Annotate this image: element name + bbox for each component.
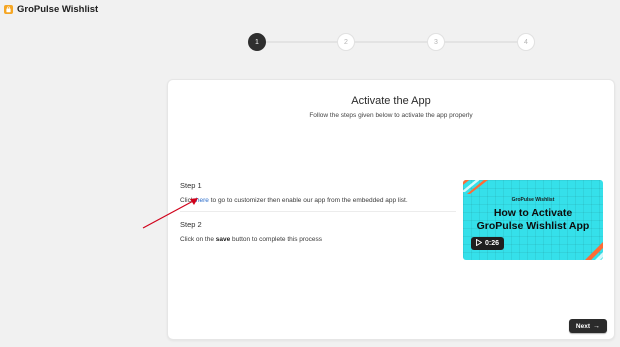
video-duration: 0:26 <box>485 240 500 247</box>
decorative-stripes-top <box>463 180 488 194</box>
step-indicator-1[interactable]: 1 <box>248 33 266 51</box>
app-title: GroPulse Wishlist <box>17 3 99 15</box>
step-2-text-after: button to complete this process <box>230 236 323 243</box>
step-1-text-after: to go to customizer then enable our app … <box>208 197 408 204</box>
decorative-stripes-bottom <box>585 242 603 260</box>
video-headline-line-2: GroPulse Wishlist App <box>476 220 590 232</box>
step-2-text-before: Click on the <box>180 236 216 243</box>
step-2-heading: Step 2 <box>180 220 202 229</box>
tutorial-video-thumbnail[interactable]: GroPulse Wishlist How to Activate GroPul… <box>463 180 603 260</box>
step-divider <box>180 211 456 212</box>
card-title: Activate the App <box>351 95 431 107</box>
step-2-text: Click on the save button to complete thi… <box>180 236 456 243</box>
next-button[interactable]: Next → <box>568 319 607 333</box>
annotation-arrow-icon <box>142 198 198 229</box>
card-subtitle: Follow the steps given below to activate… <box>309 112 473 119</box>
step-indicator-3[interactable]: 3 <box>427 33 445 51</box>
video-headline: How to Activate GroPulse Wishlist App <box>463 207 603 233</box>
step-indicator-2[interactable]: 2 <box>337 33 355 51</box>
step-1-heading: Step 1 <box>180 181 202 190</box>
video-brand-label: GroPulse Wishlist <box>511 197 555 203</box>
video-headline-line-1: How to Activate <box>493 207 573 219</box>
play-icon <box>476 238 483 248</box>
step-indicator-4[interactable]: 4 <box>517 33 535 51</box>
progress-stepper: 1 2 3 4 <box>248 33 536 51</box>
app-header: GroPulse Wishlist <box>0 0 620 18</box>
shopping-bag-icon <box>4 4 13 14</box>
next-button-label: Next <box>575 322 590 330</box>
video-play-badge[interactable]: 0:26 <box>471 237 505 250</box>
step-1-block: Step 1 Click here to go to customizer th… <box>180 181 456 204</box>
activation-card: Activate the App Follow the steps given … <box>167 79 615 340</box>
stepper-track <box>257 41 527 43</box>
step-1-text: Click here to go to customizer then enab… <box>180 197 456 204</box>
step-2-block: Step 2 Click on the save button to compl… <box>180 220 456 243</box>
arrow-right-icon: → <box>593 322 600 330</box>
save-keyword: save <box>215 236 231 243</box>
